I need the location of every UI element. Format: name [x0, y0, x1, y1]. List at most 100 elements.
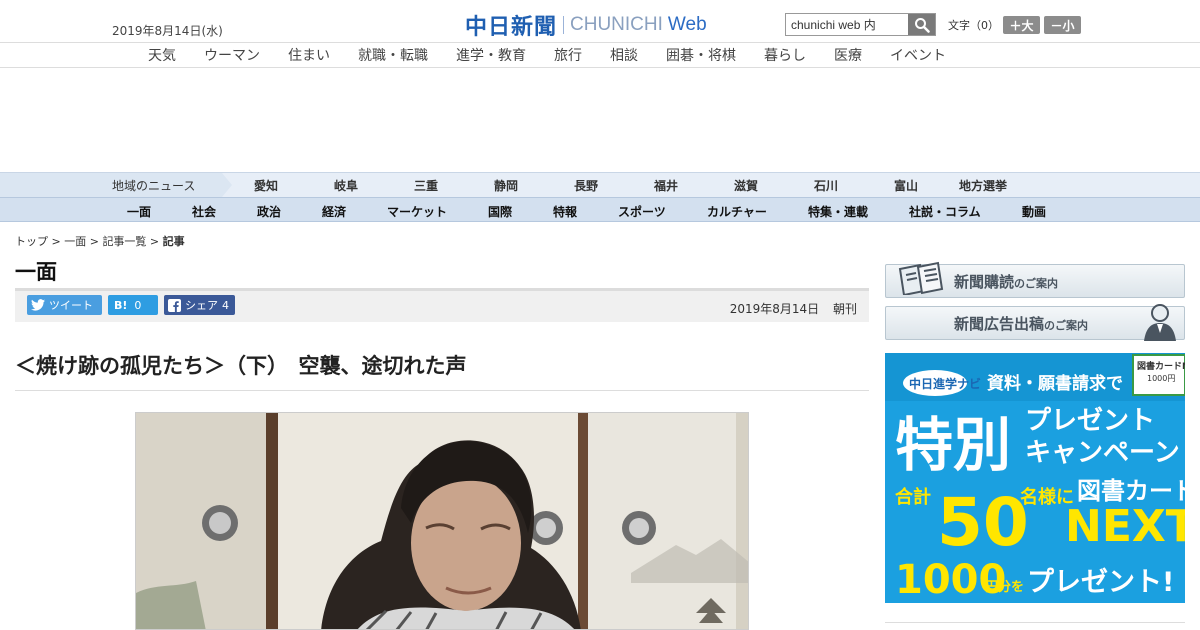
- section-features[interactable]: 特集・連載: [808, 203, 868, 220]
- font-larger-button[interactable]: ＋大: [1003, 16, 1040, 34]
- nav-item-jobs[interactable]: 就職・転職: [358, 45, 428, 65]
- region-gifu[interactable]: 岐阜: [334, 177, 358, 194]
- section-international[interactable]: 国際: [488, 203, 512, 220]
- region-aichi[interactable]: 愛知: [254, 177, 278, 194]
- site-header: 2019年8月14日(水) 中日新聞 CHUNICHI Web 文字（0） ＋大…: [0, 0, 1200, 42]
- promo-present-top: プレゼント: [1025, 406, 1155, 436]
- article-headline: ＜焼け跡の孤児たち＞（下） 空襲、途切れた声: [15, 354, 467, 378]
- region-toyama[interactable]: 富山: [894, 177, 918, 194]
- nav-item-advice[interactable]: 相談: [610, 45, 638, 65]
- ad-space: [0, 68, 1200, 172]
- section-nav: 一面 社会 政治 経済 マーケット 国際 特報 スポーツ カルチャー 特集・連載…: [0, 197, 1200, 222]
- section-society[interactable]: 社会: [192, 203, 216, 220]
- breadcrumb-article-list[interactable]: 記事一覧: [102, 235, 146, 248]
- sidebar-divider: [885, 622, 1185, 623]
- nav-item-education[interactable]: 進学・教育: [456, 45, 526, 65]
- font-size-label: 文字（0）: [948, 19, 999, 32]
- section-culture[interactable]: カルチャー: [707, 203, 767, 220]
- breadcrumb-separator: >: [48, 235, 65, 248]
- region-mie[interactable]: 三重: [414, 177, 438, 194]
- section-economy[interactable]: 経済: [322, 203, 346, 220]
- region-ishikawa[interactable]: 石川: [814, 177, 838, 194]
- promo-total: 合計: [895, 486, 931, 508]
- advertise-main-text: 新聞広告出稿: [954, 315, 1045, 333]
- promo-special: 特別: [895, 411, 1011, 479]
- region-nav-label-text: 地域のニュース: [112, 179, 196, 193]
- search-icon: [914, 17, 930, 33]
- font-smaller-button[interactable]: －小: [1044, 16, 1081, 34]
- region-local-elections[interactable]: 地方選挙: [959, 177, 1007, 194]
- newspaper-icon: [898, 261, 944, 295]
- logo-english: CHUNICHI: [570, 14, 663, 35]
- nav-item-living[interactable]: 暮らし: [764, 45, 806, 65]
- logo-japanese: 中日新聞: [465, 14, 558, 40]
- promo-present-bottom: プレゼント!: [1027, 567, 1174, 598]
- breadcrumb-top[interactable]: トップ: [15, 235, 48, 248]
- region-nav-label: 地域のニュース: [0, 173, 232, 197]
- subscribe-main-text: 新聞購読: [954, 273, 1015, 291]
- breadcrumb-front-page[interactable]: 一面: [64, 235, 86, 248]
- current-date: 2019年8月14日(水): [112, 24, 223, 38]
- font-size-controls: 文字（0） ＋大 －小: [948, 16, 1081, 34]
- section-editorials[interactable]: 社説・コラム: [909, 203, 981, 220]
- publication-date: 2019年8月14日: [729, 302, 820, 316]
- region-shizuoka[interactable]: 静岡: [494, 177, 518, 194]
- promo-line1: 資料・願書請求で: [987, 373, 1123, 394]
- advertise-sub-text: のご案内: [1044, 319, 1089, 332]
- businessman-icon: [1144, 304, 1176, 341]
- section-politics[interactable]: 政治: [257, 203, 281, 220]
- hatena-bookmark-button[interactable]: B! 0: [108, 295, 158, 315]
- breadcrumb-separator: >: [86, 235, 103, 248]
- region-fukui[interactable]: 福井: [654, 177, 678, 194]
- promo-card-tag: 図書カードNEXT: [1137, 360, 1185, 372]
- advertise-banner-label: 新聞広告出稿のご案内: [954, 313, 1088, 334]
- region-shiga[interactable]: 滋賀: [734, 177, 758, 194]
- article-photo[interactable]: [135, 412, 749, 630]
- tweet-button[interactable]: ツイート: [27, 295, 102, 315]
- subscribe-sub-text: のご案内: [1014, 277, 1059, 290]
- section-special-report[interactable]: 特報: [553, 203, 577, 220]
- promo-brand: 中日進学ナビ: [909, 376, 981, 391]
- search-button[interactable]: [908, 14, 935, 35]
- nav-item-medical[interactable]: 医療: [834, 45, 862, 65]
- section-sports[interactable]: スポーツ: [618, 203, 666, 220]
- nav-item-go-shogi[interactable]: 囲碁・将棋: [666, 45, 736, 65]
- subscribe-banner[interactable]: 新聞購読のご案内: [885, 261, 1185, 298]
- primary-nav: 天気 ウーマン 住まい 就職・転職 進学・教育 旅行 相談 囲碁・将棋 暮らし …: [0, 42, 1200, 68]
- breadcrumb: トップ > 一面 > 記事一覧 > 記事: [15, 233, 185, 249]
- promo-campaign: キャンペーン: [1025, 438, 1180, 468]
- facebook-share-label: シェア: [185, 299, 218, 312]
- nav-item-travel[interactable]: 旅行: [554, 45, 582, 65]
- tweet-label: ツイート: [49, 299, 93, 312]
- advertise-banner[interactable]: 新聞広告出稿のご案内: [885, 304, 1185, 341]
- promo-next: NEXT: [1065, 501, 1185, 552]
- promo-campaign-banner[interactable]: 図書カードNEXT 1000円 中日進学ナビ 資料・願書請求で 特別 プレゼント…: [885, 353, 1185, 603]
- site-search: [785, 13, 936, 36]
- section-front-page[interactable]: 一面: [127, 203, 151, 220]
- section-market[interactable]: マーケット: [387, 203, 447, 220]
- nav-item-woman[interactable]: ウーマン: [204, 45, 260, 65]
- publication-edition: 朝刊: [832, 302, 857, 316]
- nav-item-weather[interactable]: 天気: [148, 45, 176, 65]
- page-title: 一面: [15, 260, 57, 284]
- facebook-share-button[interactable]: シェア 4: [164, 295, 235, 315]
- region-nav: 地域のニュース 愛知 岐阜 三重 静岡 長野 福井 滋賀 石川 富山 地方選挙: [0, 172, 1200, 197]
- search-input[interactable]: [786, 14, 908, 35]
- hatena-icon: B!: [114, 298, 128, 312]
- breadcrumb-current: 記事: [162, 235, 185, 248]
- photo-elderly-woman-image: [136, 413, 748, 629]
- subscribe-banner-label: 新聞購読のご案内: [954, 271, 1058, 292]
- facebook-share-count: 4: [222, 298, 229, 312]
- publication-info: 2019年8月14日 朝刊: [720, 300, 857, 317]
- breadcrumb-separator: >: [146, 235, 163, 248]
- nav-item-events[interactable]: イベント: [890, 45, 946, 65]
- promo-artwork: 図書カードNEXT 1000円 中日進学ナビ 資料・願書請求で 特別 プレゼント…: [885, 353, 1185, 603]
- logo-web: Web: [667, 14, 707, 35]
- section-video[interactable]: 動画: [1022, 203, 1046, 220]
- nav-item-housing[interactable]: 住まい: [288, 45, 330, 65]
- site-logo[interactable]: 中日新聞 CHUNICHI Web: [465, 9, 707, 41]
- logo-divider: [563, 16, 565, 34]
- promo-count: 50: [937, 484, 1029, 561]
- region-nagano[interactable]: 長野: [574, 177, 598, 194]
- share-bar: ツイート B! 0 シェア 4 2019年8月14日 朝刊: [15, 288, 869, 322]
